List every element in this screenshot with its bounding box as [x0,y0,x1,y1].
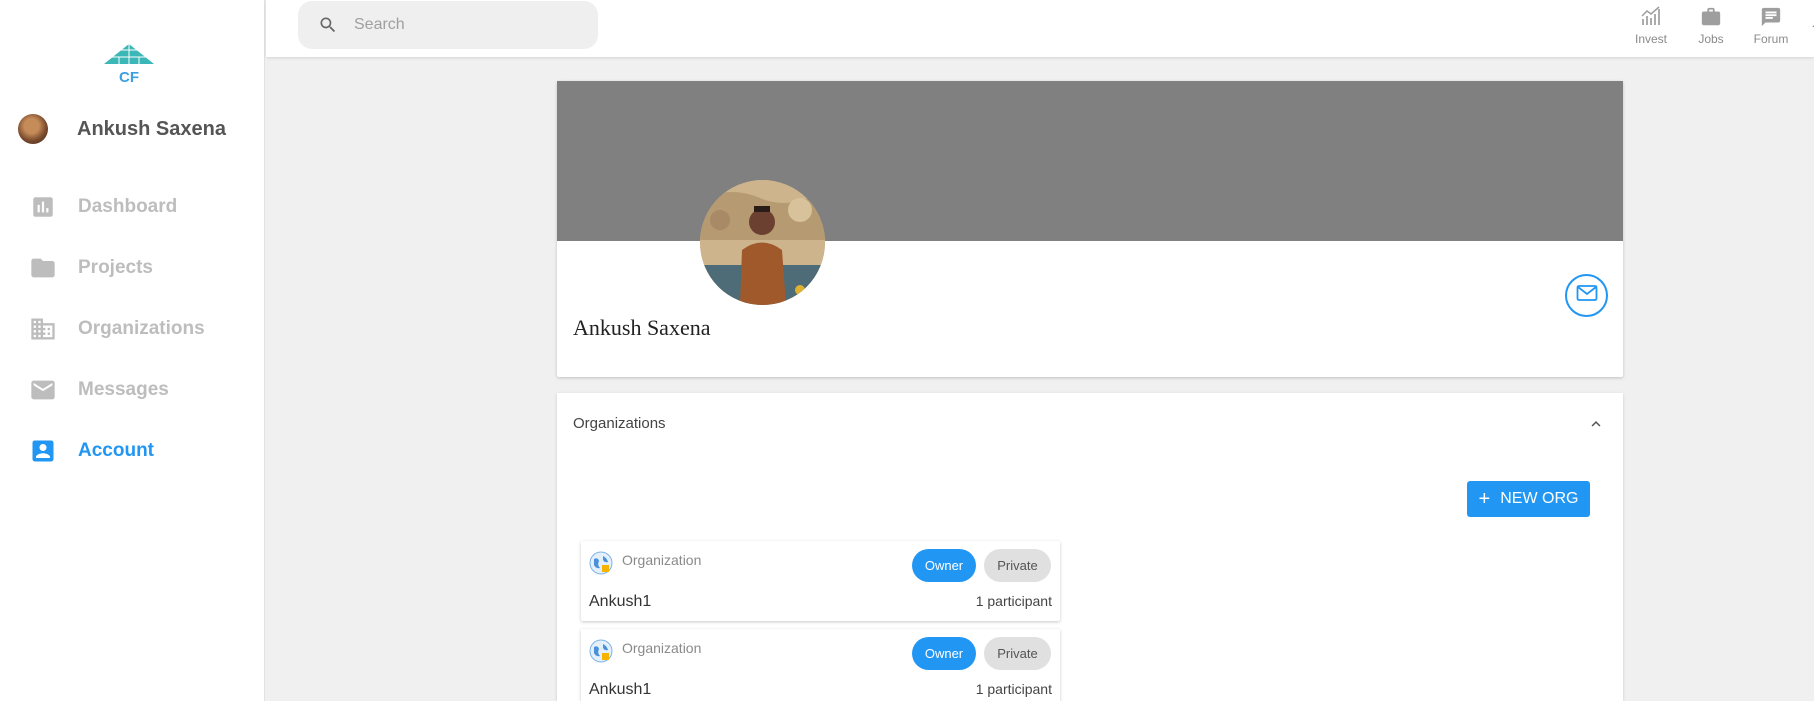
app-logo[interactable]: CF [104,44,154,86]
top-link-invest[interactable]: Invest [1621,4,1681,46]
new-org-label: NEW ORG [1500,490,1579,507]
top-link-label: Forum [1753,32,1789,46]
top-link-forum[interactable]: Forum [1741,4,1801,46]
owner-badge[interactable]: Owner [912,549,976,582]
mail-icon [1575,281,1599,310]
org-name: Ankush1 [589,681,652,698]
owner-badge[interactable]: Owner [912,637,976,670]
bar-chart-icon [28,192,58,222]
private-badge[interactable]: Private [984,549,1051,582]
building-icon [28,314,58,344]
organizations-panel: Organizations + NEW ORG Organization Own… [557,393,1623,701]
search-icon [318,15,338,35]
notification-icon[interactable] [1810,12,1814,30]
sidebar-item-messages[interactable]: Messages [28,359,205,420]
logo-text: CF [119,69,139,86]
top-link-jobs[interactable]: Jobs [1681,4,1741,46]
envelope-icon [28,375,58,405]
org-type: Organization [622,552,702,568]
top-links: Invest Jobs Forum [1621,4,1801,46]
profile-card: Ankush Saxena [557,81,1623,377]
private-badge[interactable]: Private [984,637,1051,670]
sidebar-item-label: Projects [78,256,153,278]
profile-photo[interactable] [700,180,825,305]
new-org-button[interactable]: + NEW ORG [1467,481,1590,517]
message-button[interactable] [1565,274,1608,317]
profile-name: Ankush Saxena [573,315,711,340]
sidebar-item-label: Account [78,439,154,461]
org-name: Ankush1 [589,593,652,610]
org-card[interactable]: Organization Owner Private Ankush1 1 par… [581,629,1060,701]
sidebar-nav: Dashboard Projects Organizations Message… [28,176,205,481]
sidebar-user[interactable]: Ankush Saxena [18,114,226,144]
organizations-header: Organizations [573,415,666,432]
search-box[interactable] [298,1,598,49]
org-participants: 1 participant [975,681,1052,697]
globe-icon [589,551,613,575]
sidebar-item-organizations[interactable]: Organizations [28,298,205,359]
avatar[interactable] [18,114,48,144]
top-link-label: Jobs [1698,32,1724,46]
sidebar-item-projects[interactable]: Projects [28,237,205,298]
sidebar: CF Ankush Saxena Dashboard Projects Orga… [0,0,265,701]
sidebar-item-label: Dashboard [78,195,178,217]
org-participants: 1 participant [975,593,1052,609]
chevron-up-icon[interactable] [1587,415,1605,433]
trending-up-icon [1638,4,1664,30]
org-type: Organization [622,640,702,656]
chat-icon [1758,4,1784,30]
plus-icon: + [1478,488,1491,510]
sidebar-item-label: Organizations [78,317,205,339]
top-link-label: Invest [1634,32,1667,46]
sidebar-user-name: Ankush Saxena [77,117,226,140]
sidebar-item-account[interactable]: Account [28,420,205,481]
sidebar-item-label: Messages [78,378,169,400]
briefcase-icon [1698,4,1724,30]
search-input[interactable] [354,16,574,34]
folder-icon [28,253,58,283]
top-bar: Invest Jobs Forum [266,0,1814,57]
globe-icon [589,639,613,663]
org-card[interactable]: Organization Owner Private Ankush1 1 par… [581,541,1060,621]
account-box-icon [28,436,58,466]
sidebar-item-dashboard[interactable]: Dashboard [28,176,205,237]
